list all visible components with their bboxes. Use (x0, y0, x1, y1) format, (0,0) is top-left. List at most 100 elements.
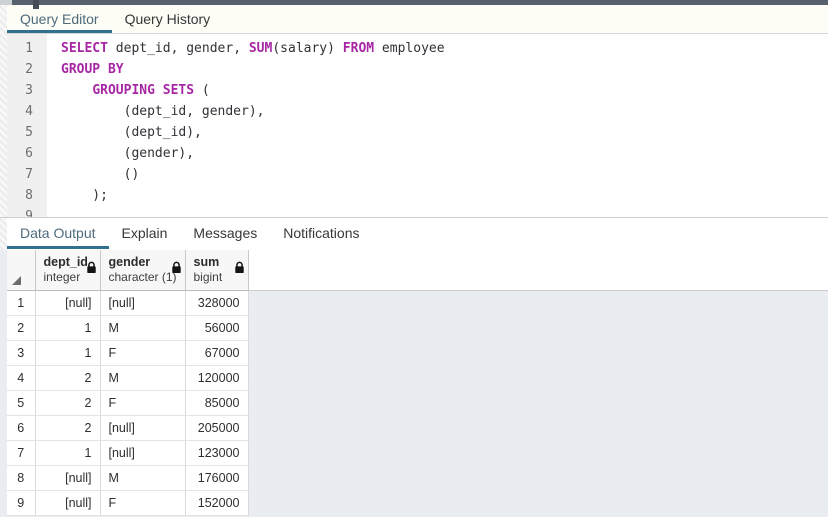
grid-cell[interactable]: 205000 (185, 416, 248, 441)
sql-text: employee (374, 41, 444, 56)
table-row: 31F67000 (7, 341, 248, 366)
grid-cell[interactable]: 1 (35, 341, 100, 366)
sql-keyword: FROM (343, 41, 374, 56)
code-line: (dept_id, gender), (47, 101, 828, 122)
grid-cell[interactable]: 152000 (185, 491, 248, 516)
grid-cell[interactable]: M (100, 316, 185, 341)
row-number[interactable]: 1 (7, 291, 35, 316)
grid-cell[interactable]: 123000 (185, 441, 248, 466)
tab-query-editor[interactable]: Query Editor (7, 5, 112, 33)
sql-text: (dept_id, gender), (61, 104, 265, 119)
grid-cell[interactable]: 2 (35, 366, 100, 391)
data-output-panel: dept_idintegergendercharacter (1)sumbigi… (0, 250, 828, 517)
grid-cell[interactable]: 1 (35, 316, 100, 341)
code-line: SELECT dept_id, gender, SUM(salary) FROM… (47, 38, 828, 59)
grid-cell[interactable]: [null] (100, 291, 185, 316)
editor-tab-bar: Query Editor Query History (7, 5, 828, 34)
grid-cell[interactable]: 56000 (185, 316, 248, 341)
table-row: 71[null]123000 (7, 441, 248, 466)
sql-editor[interactable]: 123456789 SELECT dept_id, gender, SUM(sa… (7, 34, 828, 217)
grid-cell[interactable]: [null] (100, 441, 185, 466)
grid-cell[interactable]: [null] (35, 491, 100, 516)
grid-cell[interactable]: F (100, 491, 185, 516)
sql-text: ( (194, 83, 210, 98)
sql-keyword: SUM (249, 41, 272, 56)
tab-messages[interactable]: Messages (180, 218, 270, 249)
grid-cell[interactable]: [null] (35, 466, 100, 491)
grid-cell[interactable]: [null] (100, 416, 185, 441)
column-header-dept_id[interactable]: dept_idinteger (35, 250, 100, 291)
grid-cell[interactable]: 67000 (185, 341, 248, 366)
lock-icon (86, 261, 97, 274)
select-all-corner[interactable] (7, 250, 35, 291)
table-row: 52F85000 (7, 391, 248, 416)
sql-keyword: GROUP BY (61, 62, 124, 77)
sql-text: (dept_id), (61, 125, 202, 140)
tab-query-history[interactable]: Query History (112, 5, 224, 33)
code-line (47, 206, 828, 217)
column-header-sum[interactable]: sumbigint (185, 250, 248, 291)
grid-cell[interactable]: 2 (35, 416, 100, 441)
table-row: 9[null]F152000 (7, 491, 248, 516)
lock-icon (234, 261, 245, 274)
grid-cell[interactable]: 85000 (185, 391, 248, 416)
lock-icon (171, 261, 182, 274)
line-number: 9 (7, 206, 47, 217)
table-row: 8[null]M176000 (7, 466, 248, 491)
sql-text: ); (61, 188, 108, 203)
table-row: 21M56000 (7, 316, 248, 341)
column-header-gender[interactable]: gendercharacter (1) (100, 250, 185, 291)
output-tab-bar: Data Output Explain Messages Notificatio… (7, 218, 828, 249)
grid-cell[interactable]: 120000 (185, 366, 248, 391)
line-number: 6 (7, 143, 47, 164)
table-row: 42M120000 (7, 366, 248, 391)
sql-text (61, 83, 92, 98)
grid-cell[interactable]: 2 (35, 391, 100, 416)
row-number[interactable]: 9 (7, 491, 35, 516)
grid-cell[interactable]: M (100, 466, 185, 491)
line-number: 1 (7, 38, 47, 59)
tab-explain[interactable]: Explain (109, 218, 181, 249)
line-number: 8 (7, 185, 47, 206)
code-line: (gender), (47, 143, 828, 164)
line-number-gutter: 123456789 (7, 34, 47, 217)
line-number: 5 (7, 122, 47, 143)
sql-code[interactable]: SELECT dept_id, gender, SUM(salary) FROM… (47, 38, 828, 217)
row-number[interactable]: 3 (7, 341, 35, 366)
sql-keyword: SELECT (61, 41, 108, 56)
code-line: (dept_id), (47, 122, 828, 143)
grid-cell[interactable]: [null] (35, 291, 100, 316)
tab-notifications[interactable]: Notifications (270, 218, 372, 249)
line-number: 3 (7, 80, 47, 101)
sql-text: (gender), (61, 146, 194, 161)
grid-cell[interactable]: F (100, 341, 185, 366)
query-tool-window: Query Editor Query History 123456789 SEL… (0, 0, 828, 517)
select-all-triangle-icon (12, 276, 21, 285)
line-number: 2 (7, 59, 47, 80)
code-line: ); (47, 185, 828, 206)
row-number[interactable]: 7 (7, 441, 35, 466)
grid-cell[interactable]: 328000 (185, 291, 248, 316)
line-number: 4 (7, 101, 47, 122)
sql-keyword: GROUPING SETS (92, 83, 194, 98)
sql-text: (salary) (272, 41, 342, 56)
grid-cell[interactable]: F (100, 391, 185, 416)
grid-cell[interactable]: 1 (35, 441, 100, 466)
code-line: GROUPING SETS ( (47, 80, 828, 101)
grid-cell[interactable]: M (100, 366, 185, 391)
row-number[interactable]: 5 (7, 391, 35, 416)
row-number[interactable]: 4 (7, 366, 35, 391)
row-number[interactable]: 6 (7, 416, 35, 441)
results-grid: dept_idintegergendercharacter (1)sumbigi… (7, 250, 249, 516)
row-number[interactable]: 8 (7, 466, 35, 491)
toolbar-notch (33, 0, 39, 9)
grid-header-row: dept_idintegergendercharacter (1)sumbigi… (7, 250, 248, 291)
table-row: 1[null][null]328000 (7, 291, 248, 316)
grid-cell[interactable]: 176000 (185, 466, 248, 491)
sql-text: () (61, 167, 139, 182)
sql-text: dept_id, gender, (108, 41, 249, 56)
table-row: 62[null]205000 (7, 416, 248, 441)
row-number[interactable]: 2 (7, 316, 35, 341)
code-line: () (47, 164, 828, 185)
tab-data-output[interactable]: Data Output (7, 218, 109, 249)
